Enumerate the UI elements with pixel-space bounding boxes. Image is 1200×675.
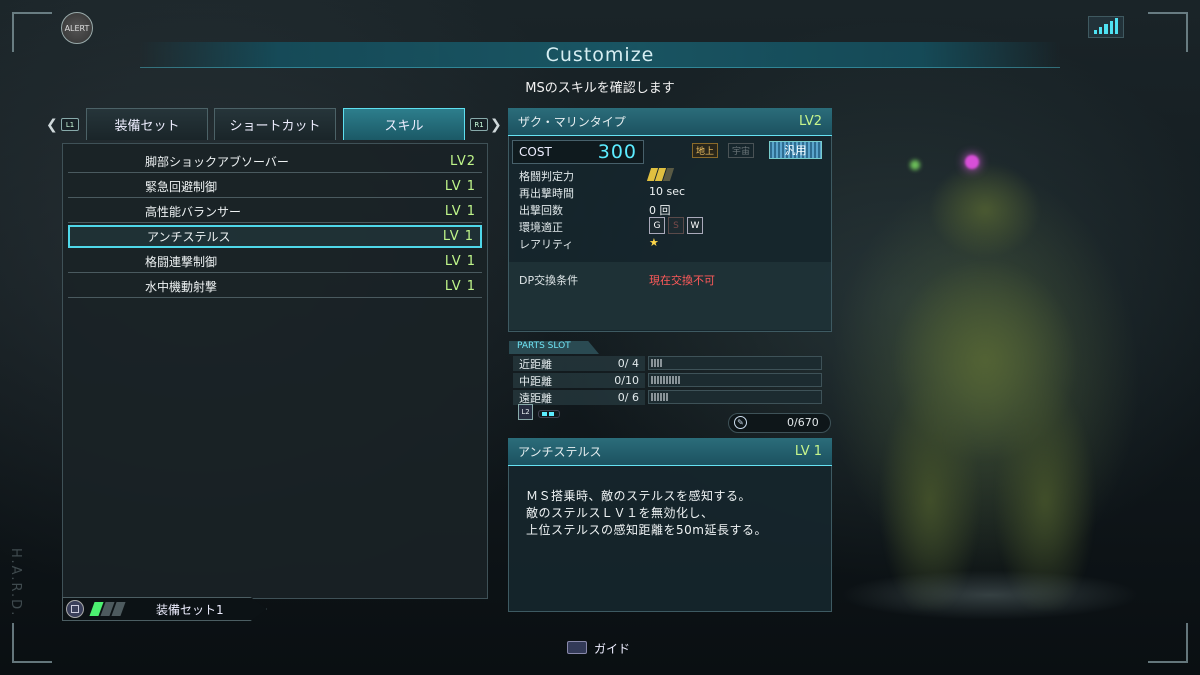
frame-corner (12, 623, 52, 663)
melee-label: 格闘判定力 (519, 170, 574, 183)
terrain-icons: G S W (649, 217, 703, 234)
parts-row-label: 中距離 (519, 374, 552, 388)
alert-icon: ALERT (61, 12, 93, 44)
tab-shortcut[interactable]: ショートカット (214, 108, 336, 140)
tab-prev-arrow-icon[interactable]: ❮ (46, 117, 58, 133)
skill-row[interactable]: 高性能バランサー LV 1 (68, 200, 482, 223)
skill-name: 高性能バランサー (145, 204, 242, 219)
equip-set-label: 装備セット1 (156, 603, 224, 617)
skill-level: LV2 (450, 153, 476, 169)
skill-description-line: 敵のステルスＬＶ１を無効化し、 (526, 506, 714, 520)
skill-level: LV 1 (444, 203, 476, 219)
respawn-value: 10 sec (649, 185, 686, 198)
skill-name: 緊急回避制御 (145, 179, 218, 194)
ms-header: ザク・マリンタイプ LV2 (508, 108, 832, 136)
skill-name: 水中機動射撃 (145, 279, 218, 294)
env-space-tag: 宇宙 (728, 143, 755, 158)
terrain-label: 環境適正 (519, 221, 563, 234)
parts-row-label: 近距離 (519, 357, 552, 371)
touchpad-button-icon[interactable] (567, 641, 587, 654)
respawn-label: 再出撃時間 (519, 187, 574, 200)
tab-skill[interactable]: スキル (343, 108, 465, 140)
rarity-star-icon: ★ (649, 236, 659, 249)
square-button-icon (66, 600, 84, 618)
cost-value: 300 (597, 141, 637, 163)
sortie-value: 0 回 (649, 204, 671, 217)
parts-row-mid: 中距離 0/10 (513, 373, 645, 388)
melee-grade-icon (646, 168, 675, 181)
mobile-suit-light (910, 160, 920, 170)
mobile-suit-preview (860, 150, 1110, 610)
skill-detail-level: LV 1 (794, 444, 822, 459)
terrain-water-icon: W (687, 217, 703, 234)
wrench-icon: ✎ (734, 416, 747, 429)
parts-row-value: 0/ 6 (617, 391, 639, 404)
parts-grid-mid (648, 373, 822, 387)
ms-level: LV2 (799, 114, 822, 129)
ms-type-tag: 汎用 (769, 141, 822, 159)
skill-name: アンチステルス (147, 230, 231, 244)
skill-detail-header: アンチステルス LV 1 (508, 438, 832, 466)
terrain-ground-icon: G (649, 217, 665, 234)
parts-row-value: 0/10 (614, 374, 639, 387)
r1-button-icon: R1 (470, 118, 488, 131)
skill-detail-name: アンチステルス (518, 445, 602, 459)
skill-description-line: ＭＳ搭乗時、敵のステルスを感知する。 (526, 489, 752, 503)
cost-label: COST (519, 145, 552, 159)
skill-level: LV 1 (444, 178, 476, 194)
rarity-label: レアリティ (519, 238, 574, 251)
skill-row[interactable]: 緊急回避制御 LV 1 (68, 175, 482, 198)
skill-name: 格闘連撃制御 (145, 254, 218, 269)
parts-slot-title: PARTS SLOT (509, 341, 599, 354)
side-watermark: H.A.R.D. (8, 548, 23, 618)
skill-list-panel: 脚部ショックアブソーバー LV2 緊急回避制御 LV 1 高性能バランサー LV… (62, 143, 488, 599)
ms-name: ザク・マリンタイプ (518, 115, 626, 129)
capacity-value: 0/670 (787, 416, 819, 429)
parts-grid-short (648, 356, 822, 370)
skill-level: LV 1 (444, 278, 476, 294)
frame-corner (1148, 623, 1188, 663)
skill-row-selected[interactable]: アンチステルス LV 1 (68, 225, 482, 248)
skill-row[interactable]: 水中機動射撃 LV 1 (68, 275, 482, 298)
parts-row-value: 0/ 4 (617, 357, 639, 370)
page-indicator (538, 410, 560, 418)
env-ground-tag: 地上 (692, 143, 719, 158)
page-title: Customize (545, 44, 655, 66)
parts-grid-long (648, 390, 822, 404)
sortie-label: 出撃回数 (519, 204, 563, 217)
equip-set-indicator (89, 602, 126, 616)
dp-exchange-status: 現在交換不可 (649, 274, 715, 287)
skill-row[interactable]: 脚部ショックアブソーバー LV2 (68, 150, 482, 173)
skill-level: LV 1 (442, 229, 474, 244)
guide-label[interactable]: ガイド (594, 640, 630, 657)
cost-box: COST 300 (512, 140, 644, 164)
l2-button-icon: L2 (518, 404, 533, 420)
dp-exchange-label: DP交換条件 (519, 274, 579, 287)
page-subtitle: MSのスキルを確認します (525, 81, 675, 96)
terrain-space-icon: S (668, 217, 684, 234)
skill-name: 脚部ショックアブソーバー (145, 154, 289, 169)
tab-equip-set[interactable]: 装備セット (86, 108, 208, 140)
mobile-suit-monoeye (965, 155, 979, 169)
skill-description-line: 上位ステルスの感知距離を50m延長する。 (526, 523, 767, 537)
skill-row[interactable]: 格闘連撃制御 LV 1 (68, 250, 482, 273)
parts-row-long: 遠距離 0/ 6 (513, 390, 645, 405)
l1-button-icon: L1 (61, 118, 79, 131)
skill-level: LV 1 (444, 253, 476, 269)
tab-next-arrow-icon[interactable]: ❯ (490, 117, 502, 133)
signal-strength-icon (1088, 16, 1124, 38)
parts-row-short: 近距離 0/ 4 (513, 356, 645, 371)
hangar-platform (840, 570, 1140, 620)
